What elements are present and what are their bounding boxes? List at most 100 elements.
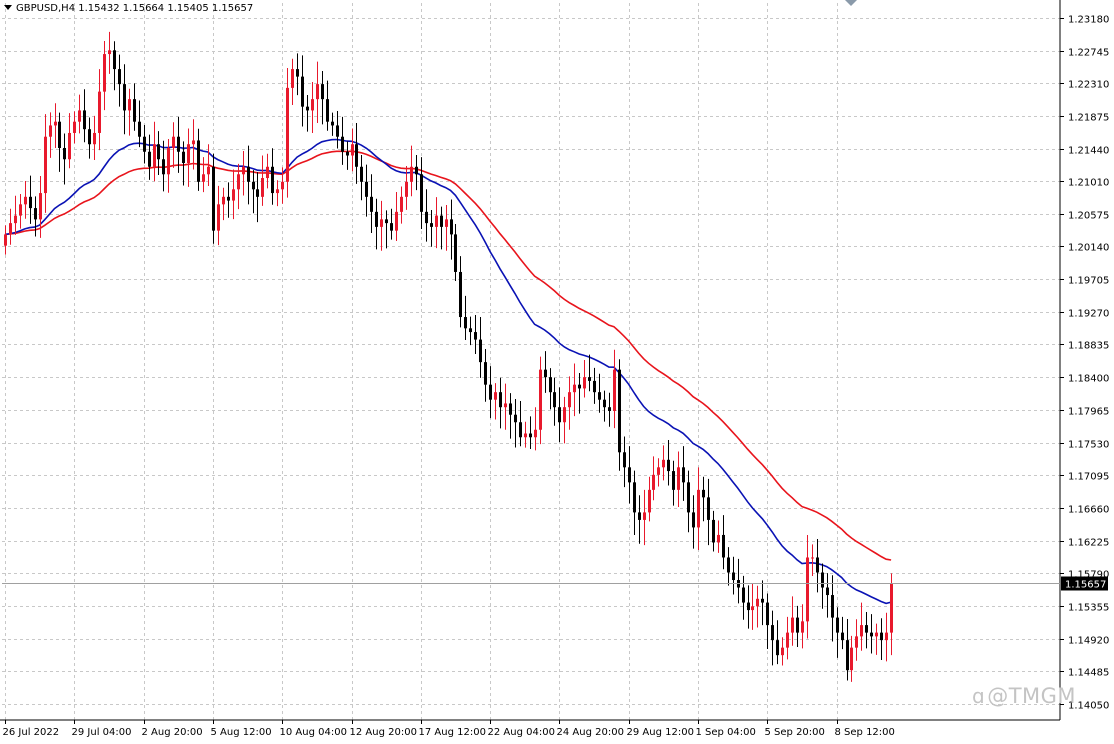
candle-bear [420, 174, 423, 212]
candle-bear [870, 632, 873, 637]
candle-bear [143, 136, 146, 152]
candle-bull [806, 557, 809, 622]
chevron-down-icon[interactable] [4, 5, 12, 10]
chart-shift-marker-icon [845, 0, 857, 6]
candle-bear [306, 106, 309, 111]
candle-bear [771, 625, 774, 641]
candle-bear [123, 84, 126, 111]
candle-bear [846, 640, 849, 671]
candle-bear [519, 422, 522, 438]
candle-bull [380, 219, 383, 227]
candle-bull [167, 147, 170, 175]
candle-bear [608, 407, 611, 411]
candle-bear [301, 76, 304, 107]
candle-bull [756, 598, 759, 607]
y-tick-label: 1.22745 [1068, 48, 1109, 59]
chart-svg[interactable]: 1.23180 1.22745 1.22310 1.21875 1.21440 1.210… [0, 0, 1114, 740]
candle-bull [643, 512, 646, 520]
x-tick-label: 5 Sep 20:00 [765, 727, 825, 738]
candle-bull [855, 636, 858, 648]
candle-bull [242, 166, 245, 175]
candle-bull [811, 557, 814, 559]
candle-bull [4, 234, 7, 246]
candle-bull [504, 403, 507, 408]
y-tick-label: 1.14485 [1068, 668, 1109, 679]
candle-bull [410, 166, 413, 182]
x-tick-label: 5 Aug 12:00 [211, 727, 272, 738]
candle-bear [831, 595, 834, 618]
candle-bear [450, 219, 453, 235]
candle-bull [49, 125, 52, 137]
candle-bull [108, 50, 111, 55]
candle-bull [311, 99, 314, 111]
candle-bull [563, 407, 566, 423]
candle-bear [355, 144, 358, 167]
candle-bear [177, 136, 180, 152]
candle-bear [593, 380, 596, 393]
candle-bull [103, 54, 106, 92]
candle-bear [633, 482, 636, 513]
candle-bear [197, 140, 200, 182]
candle-bear [34, 208, 37, 220]
candle-bear [826, 587, 829, 596]
tmgm-logo-icon: ɑ [972, 684, 986, 708]
candle-bear [638, 512, 641, 520]
candle-bear [588, 377, 591, 381]
candle-bear [865, 625, 868, 633]
candle-bear [766, 602, 769, 626]
candle-bull [885, 632, 888, 641]
candle-bear [390, 223, 393, 231]
chart[interactable]: 1.23180 1.22745 1.22310 1.21875 1.21440 1.210… [0, 0, 1114, 740]
y-tick-label: 1.18835 [1068, 341, 1109, 352]
candle-bull [73, 121, 76, 133]
candle-bull [98, 91, 101, 133]
y-tick-label: 1.21440 [1068, 146, 1109, 157]
candle-bear [271, 166, 274, 194]
candle-bear [692, 512, 695, 528]
ohlc-readout: 1.15432 1.15664 1.15405 1.15657 [78, 3, 254, 14]
candle-bull [890, 583, 893, 633]
candle-bear [558, 407, 561, 423]
candle-bear [742, 587, 745, 603]
y-tick-label: 1.15355 [1068, 603, 1109, 614]
candle-bear [454, 234, 457, 272]
candle-bull [445, 219, 448, 227]
candle-bear [549, 377, 552, 393]
candle-bear [529, 433, 532, 438]
candle-bear [509, 403, 512, 415]
candle-bull [261, 178, 264, 197]
candle-bear [138, 121, 141, 137]
watermark-text: @TMGM [987, 684, 1077, 708]
candle-bull [187, 144, 190, 164]
candle-bull [786, 632, 789, 648]
candle-bull [78, 110, 81, 122]
candle-bear [247, 166, 250, 182]
candle-bear [321, 84, 324, 100]
candle-bull [19, 204, 22, 216]
candle-bull [568, 392, 571, 408]
candle-bull [14, 215, 17, 224]
x-tick-label: 22 Aug 04:00 [488, 727, 555, 738]
candle-bear [440, 215, 443, 227]
candle-bear [682, 467, 685, 483]
candle-bull [281, 181, 284, 190]
candle-bear [761, 598, 764, 603]
candle-bull [613, 369, 616, 411]
candle-bear [459, 271, 462, 318]
candle-bear [707, 497, 710, 520]
chart-header: GBPUSD,H4 1.15432 1.15664 1.15405 1.1565… [2, 3, 253, 14]
candle-bear [58, 121, 61, 148]
candle-bear [63, 147, 66, 160]
candle-bull [172, 136, 175, 148]
candle-bear [544, 369, 547, 378]
y-tick-label: 1.21010 [1068, 178, 1109, 189]
candle-bull [316, 84, 319, 100]
candle-bear [415, 166, 418, 175]
candle-bear [375, 211, 378, 227]
candle-bull [93, 132, 96, 145]
y-tick-label: 1.16660 [1068, 505, 1109, 516]
candle-bull [652, 474, 655, 490]
x-tick-label: 1 Sep 04:00 [696, 727, 756, 738]
candle-bull [751, 606, 754, 611]
candle-bear [469, 328, 472, 333]
